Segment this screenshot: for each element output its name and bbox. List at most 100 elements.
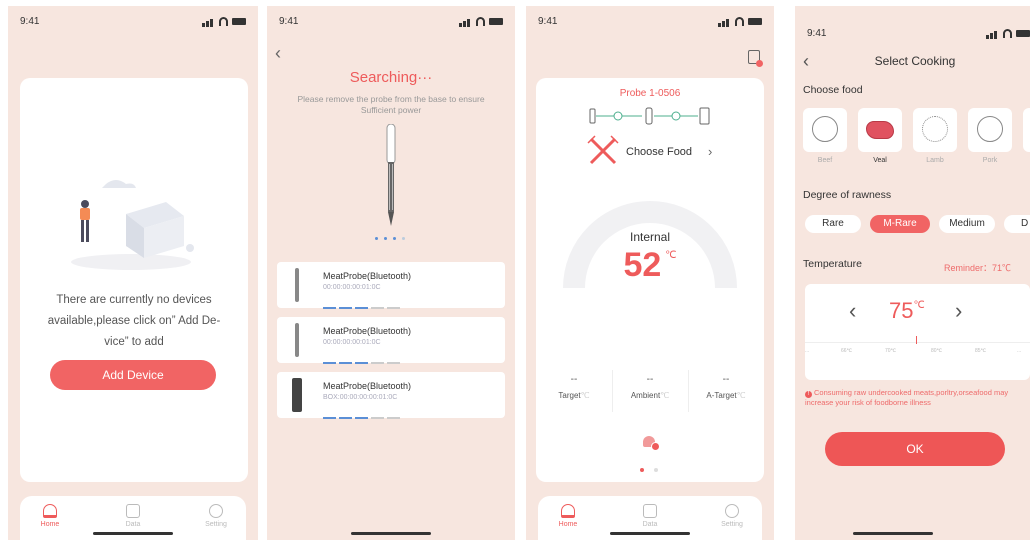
signal-icon — [986, 29, 1030, 39]
signal-strength-bars — [323, 406, 405, 419]
empty-box-illustration-icon — [71, 180, 194, 270]
signal-icon — [459, 17, 503, 27]
screen-home-empty: 9:41 There are currently no devices avai… — [8, 6, 258, 540]
doneness-chip-medium[interactable]: Medium — [939, 215, 995, 233]
search-progress-dots — [375, 237, 411, 241]
food-option-lamb[interactable] — [913, 108, 957, 152]
choose-food-label: Choose Food — [626, 146, 693, 158]
sheep-icon — [922, 116, 948, 142]
doneness-chip-m-rare[interactable]: M-Rare — [870, 215, 930, 233]
device-name: MeatProbe(Bluetooth) — [323, 381, 412, 391]
fork-knife-icon — [587, 135, 619, 165]
status-bar: 9:41 — [8, 16, 258, 30]
signal-strength-bars — [323, 296, 405, 309]
screen-searching: 9:41 ‹ Searching··· Please remove the pr… — [267, 6, 515, 540]
food-label: Lamb — [926, 157, 944, 164]
gear-icon — [209, 504, 223, 518]
food-label: Beef — [817, 157, 833, 164]
home-icon — [43, 504, 57, 518]
ruler-pointer — [916, 336, 917, 344]
status-bar: 9:41 — [795, 28, 1030, 42]
device-list-item[interactable]: MeatProbe(Bluetooth) 00:00:00:00:01:0C — [277, 317, 505, 364]
doneness-heading: Degree of rawness — [803, 189, 892, 201]
pig-icon — [977, 116, 1003, 142]
tab-home[interactable]: Home — [30, 504, 70, 528]
probe-settings-icon[interactable] — [748, 50, 763, 67]
food-option-more[interactable] — [1023, 108, 1030, 152]
food-option-beef[interactable] — [803, 108, 847, 152]
status-time: 9:41 — [807, 28, 827, 39]
food-label-selected: Veal — [873, 157, 887, 164]
signal-icon — [718, 17, 762, 27]
temperature-stats: -- Target℃ -- Ambient℃ -- A-Target℃ — [536, 370, 764, 416]
signal-icon — [202, 17, 246, 27]
tab-data[interactable]: Data — [630, 504, 670, 528]
searching-hint: Please remove the probe from the base to… — [297, 94, 485, 115]
steak-icon — [866, 121, 894, 139]
device-list-item[interactable]: MeatProbe(Bluetooth) BOX:00:00:00:00:01:… — [277, 372, 505, 419]
page-dot-active — [640, 468, 644, 472]
screen-probe-dashboard: 9:41 Probe 1-0506 Choose Food › Internal… — [526, 6, 774, 540]
choose-food-heading: Choose food — [803, 84, 863, 96]
home-indicator — [93, 532, 173, 535]
back-chevron-icon[interactable]: ‹ — [275, 44, 281, 62]
add-device-button[interactable]: Add Device — [50, 360, 216, 390]
decrease-temp-button[interactable]: ‹ — [849, 298, 856, 324]
ruler-line — [805, 342, 1030, 343]
status-time: 9:41 — [20, 16, 40, 27]
page-title: Select Cooking — [874, 54, 956, 68]
status-time: 9:41 — [538, 16, 558, 27]
doneness-chip-rare[interactable]: Rare — [805, 215, 861, 233]
device-mac: BOX:00:00:00:00:01:0C — [323, 394, 398, 401]
tab-home[interactable]: Home — [548, 504, 588, 528]
probe-illustration-icon — [386, 124, 396, 226]
home-indicator — [351, 532, 431, 535]
device-name: MeatProbe(Bluetooth) — [323, 271, 412, 281]
probe-title: Probe 1-0506 — [619, 88, 681, 99]
temperature-value: 75℃ — [889, 298, 925, 323]
doneness-chip-d[interactable]: D — [1004, 215, 1030, 233]
internal-temp-value: 52 — [623, 246, 662, 284]
probe-thumb-icon — [295, 323, 299, 357]
probe-connection-icon — [589, 107, 710, 125]
signal-strength-bars — [323, 351, 405, 364]
device-mac: 00:00:00:00:01:0C — [323, 284, 381, 291]
device-list-item[interactable]: MeatProbe(Bluetooth) 00:00:00:00:01:0C — [277, 262, 505, 309]
probe-thumb-icon — [295, 268, 299, 302]
tab-data[interactable]: Data — [113, 504, 153, 528]
page-dot — [654, 468, 658, 472]
tab-setting[interactable]: Setting — [712, 504, 752, 528]
tab-setting[interactable]: Setting — [196, 504, 236, 528]
status-bar: 9:41 — [526, 16, 774, 30]
home-indicator — [852, 532, 933, 535]
reminder-text: Reminder：71℃ — [944, 263, 1012, 273]
probe-box-thumb-icon — [292, 378, 302, 412]
device-mac: 00:00:00:00:01:0C — [323, 339, 381, 346]
food-option-pork[interactable] — [968, 108, 1012, 152]
food-safety-warning: ! Consuming raw undercooked meats,porltry… — [805, 388, 1009, 407]
home-indicator — [610, 532, 690, 535]
gauge-label: Internal — [629, 230, 671, 244]
food-option-veal[interactable] — [858, 108, 902, 152]
stat-target: -- Target℃ — [558, 374, 590, 400]
increase-temp-button[interactable]: › — [955, 298, 962, 324]
warning-icon: ! — [805, 391, 812, 398]
cow-icon — [812, 116, 838, 142]
temperature-ruler[interactable]: ... 66℃ 70℃ 80℃ 85℃ ... — [805, 348, 1030, 358]
choose-food-row[interactable]: Choose Food › — [586, 134, 726, 168]
alarm-bell-icon[interactable] — [642, 434, 660, 451]
data-icon — [126, 504, 140, 518]
data-icon — [643, 504, 657, 518]
empty-message: There are currently no devices available… — [47, 294, 221, 348]
ok-button[interactable]: OK — [825, 432, 1005, 466]
internal-temperature: 52 ℃ — [536, 246, 764, 285]
internal-temp-unit: ℃ — [665, 250, 677, 261]
gear-icon — [725, 504, 739, 518]
probe-card: Probe 1-0506 Choose Food › Internal 52 ℃… — [536, 78, 764, 482]
home-icon — [561, 504, 575, 518]
screen-select-cooking: 9:41 ‹ Select Cooking Choose food Beef V… — [795, 6, 1030, 540]
temperature-picker: ‹ 75℃ › ... 66℃ 70℃ 80℃ 85℃ ... — [805, 284, 1030, 380]
empty-card: There are currently no devices available… — [20, 78, 248, 482]
searching-title: Searching··· — [349, 69, 433, 86]
chevron-right-icon: › — [708, 144, 713, 159]
